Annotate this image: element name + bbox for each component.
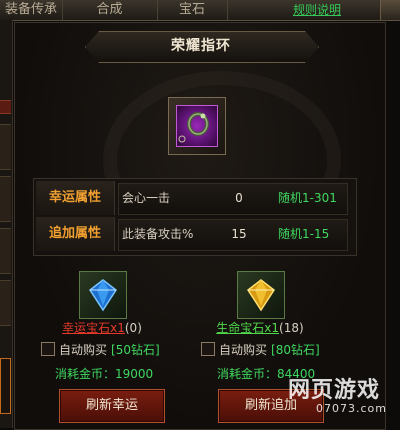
life-stone-slot[interactable] [237, 271, 285, 319]
sidebar-slot[interactable] [0, 100, 11, 114]
autobuy-label: 自动购买 [59, 343, 108, 357]
rules-link[interactable]: 规则说明 [282, 0, 352, 20]
ring-icon[interactable] [176, 105, 216, 145]
tab-bar: 装备传承 合成 宝石 规则说明 [0, 0, 400, 21]
tab-gem[interactable]: 宝石 [157, 0, 228, 20]
tab-synthesis[interactable]: 合成 [62, 0, 158, 20]
tab-equipment-inherit[interactable]: 装备传承 [0, 0, 63, 20]
attribute-name: 此装备攻击% [122, 227, 194, 241]
autobuy-price: [50钻石] [111, 343, 160, 357]
life-stone-name[interactable]: 生命宝石x1 [216, 321, 279, 335]
attribute-name: 会心一击 [122, 191, 171, 205]
refresh-lucky-button[interactable]: 刷新幸运 [59, 389, 165, 423]
attributes-box: 幸运属性 会心一击 0 随机1-301 追加属性 此装备攻击% 15 随机1-1… [33, 178, 357, 256]
lucky-autobuy[interactable]: 自动购买 [50钻石] [41, 341, 160, 359]
attribute-range: 随机1-15 [278, 227, 330, 241]
yellow-gem-icon [246, 279, 276, 312]
attribute-value: 0 [235, 191, 243, 205]
sidebar-slot-selected[interactable] [0, 358, 11, 414]
blue-gem-icon [88, 279, 118, 312]
life-stone-count: (18) [279, 321, 304, 335]
watermark-site: 07073.com [316, 402, 387, 415]
attribute-row-extra: 追加属性 此装备攻击% 15 随机1-15 [34, 217, 356, 251]
life-autobuy[interactable]: 自动购买 [80钻石] [201, 341, 320, 359]
item-title: 荣耀指环 [171, 38, 231, 54]
attribute-row-lucky: 幸运属性 会心一击 0 随机1-301 [34, 181, 356, 215]
lucky-stone-name[interactable]: 幸运宝石x1 [62, 321, 125, 335]
refine-panel: 荣耀指环 幸运属性 会心一击 0 随机1-301 追加属性 此装备攻击% 15 … [14, 22, 386, 430]
autobuy-label: 自动购买 [219, 343, 268, 357]
checkbox-icon[interactable] [41, 342, 55, 356]
sidebar-slot[interactable] [0, 176, 11, 222]
lucky-stone-count: (0) [124, 321, 142, 335]
attribute-label: 幸运属性 [36, 181, 115, 215]
lucky-stone-slot[interactable] [79, 271, 127, 319]
sidebar-slot[interactable] [0, 124, 11, 170]
lucky-stone-label: 幸运宝石x1(0) [32, 319, 172, 336]
left-sidebar-strip [0, 20, 13, 428]
lucky-cost: 消耗金币：19000 [55, 367, 154, 381]
attribute-value: 15 [231, 227, 247, 241]
close-button[interactable] [380, 0, 400, 20]
sidebar-slot[interactable] [0, 280, 11, 326]
checkbox-icon[interactable] [201, 342, 215, 356]
sidebar-slot[interactable] [0, 228, 11, 274]
autobuy-price: [80钻石] [271, 343, 320, 357]
life-stone-label: 生命宝石x1(18) [190, 319, 330, 336]
attribute-label: 追加属性 [36, 217, 115, 251]
site-watermark: 网页游戏 07073.com [288, 372, 396, 426]
watermark-logo: 网页游戏 [288, 378, 381, 403]
attribute-range: 随机1-301 [278, 191, 337, 205]
